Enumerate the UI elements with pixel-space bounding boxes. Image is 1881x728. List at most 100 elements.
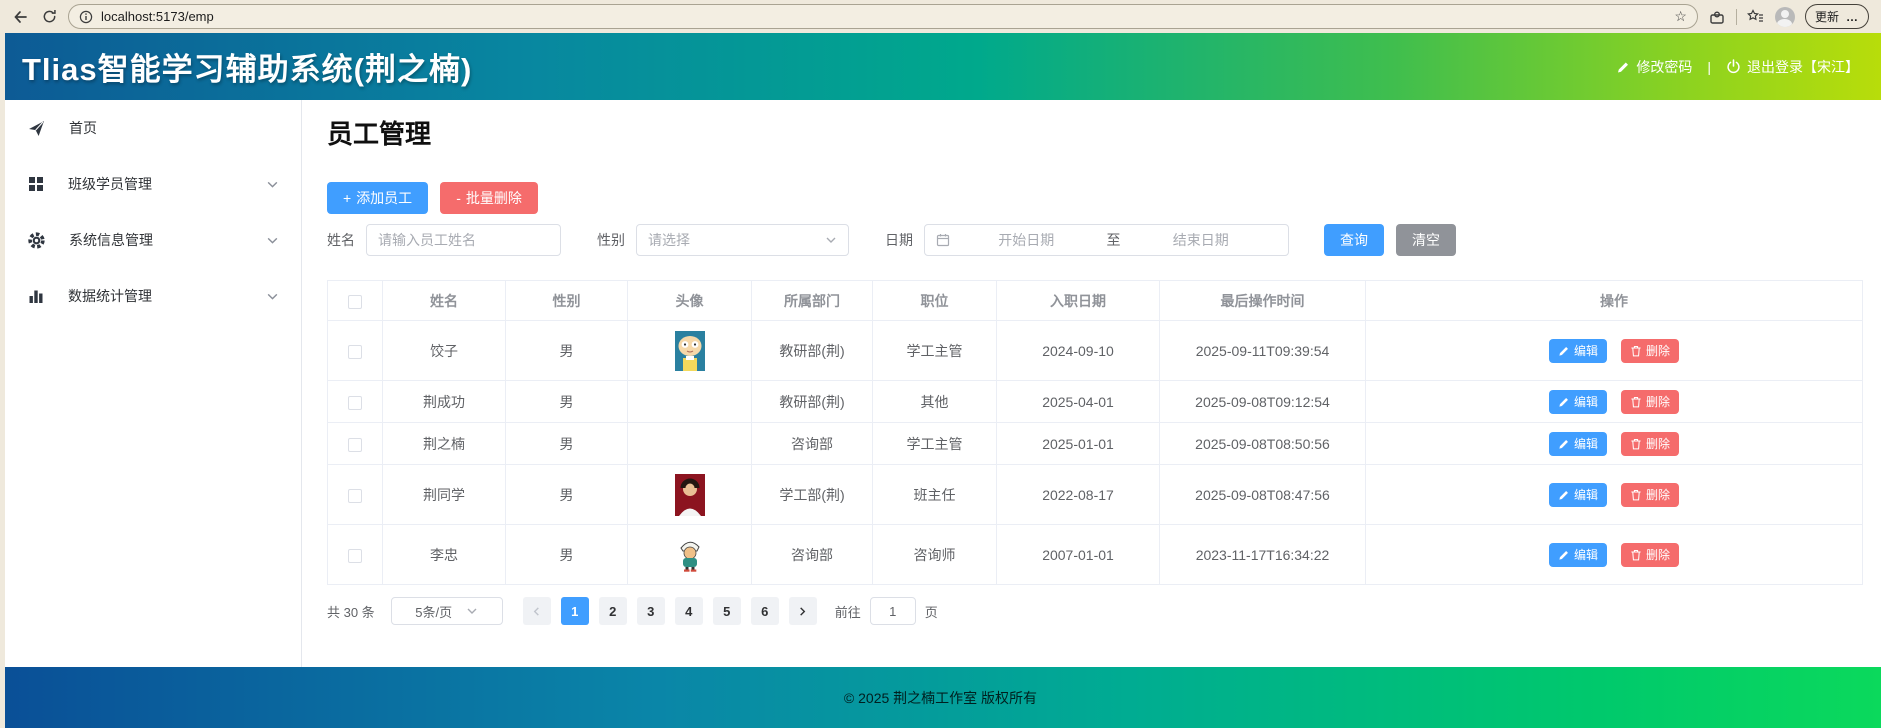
chevron-down-icon bbox=[825, 234, 837, 246]
avatar-image bbox=[675, 474, 705, 516]
avatar-cell bbox=[628, 525, 752, 585]
site-info-icon[interactable] bbox=[79, 10, 93, 24]
row-hire-date: 2025-04-01 bbox=[997, 381, 1160, 423]
sidebar-item-label: 系统信息管理 bbox=[69, 230, 153, 250]
delete-button[interactable]: 删除 bbox=[1621, 390, 1679, 414]
delete-button[interactable]: 删除 bbox=[1621, 432, 1679, 456]
table-row: 饺子男教研部(荆)学工主管2024-09-102025-09-11T09:39:… bbox=[328, 321, 1863, 381]
page-button-5[interactable]: 5 bbox=[713, 597, 741, 625]
next-page-button[interactable] bbox=[789, 597, 817, 625]
edit-button[interactable]: 编辑 bbox=[1549, 390, 1607, 414]
employee-table: 姓名性别头像所属部门职位入职日期最后操作时间操作 饺子男教研部(荆)学工主管20… bbox=[327, 280, 1863, 585]
avatar-cell bbox=[628, 423, 752, 465]
delete-button[interactable]: 删除 bbox=[1621, 543, 1679, 567]
sidebar: 首页班级学员管理系统信息管理数据统计管理 bbox=[0, 100, 302, 667]
app-header: Tlias智能学习辅助系统(荆之楠) 修改密码 | 退出登录【宋江】 bbox=[0, 33, 1881, 100]
row-checkbox[interactable] bbox=[348, 438, 362, 452]
date-range-picker[interactable]: 开始日期 至 结束日期 bbox=[924, 224, 1289, 256]
page-title: 员工管理 bbox=[327, 114, 1863, 154]
edit-button[interactable]: 编辑 bbox=[1549, 339, 1607, 363]
edit-button[interactable]: 编辑 bbox=[1549, 543, 1607, 567]
refresh-icon[interactable] bbox=[40, 8, 58, 26]
batch-delete-button[interactable]: - 批量删除 bbox=[440, 182, 538, 214]
date-separator: 至 bbox=[1103, 230, 1125, 250]
row-checkbox[interactable] bbox=[348, 549, 362, 563]
page-button-4[interactable]: 4 bbox=[675, 597, 703, 625]
table-row: 李忠男咨询部咨询师2007-01-012023-11-17T16:34:22编辑… bbox=[328, 525, 1863, 585]
clear-button[interactable]: 清空 bbox=[1396, 224, 1456, 256]
chevron-down-icon bbox=[466, 605, 478, 617]
prev-page-button bbox=[523, 597, 551, 625]
end-date-placeholder[interactable]: 结束日期 bbox=[1125, 230, 1278, 250]
back-icon[interactable] bbox=[12, 8, 30, 26]
page-button-1[interactable]: 1 bbox=[561, 597, 589, 625]
url-text: localhost:5173/emp bbox=[101, 9, 214, 24]
page-button-2[interactable]: 2 bbox=[599, 597, 627, 625]
row-last-op: 2025-09-08T09:12:54 bbox=[1160, 381, 1366, 423]
app-title: Tlias智能学习辅助系统(荆之楠) bbox=[22, 44, 472, 89]
filter-bar: 姓名 性别 请选择 日期 开始日期 至 结束日期 bbox=[327, 224, 1863, 256]
minus-icon: - bbox=[456, 190, 461, 206]
sidebar-item-1[interactable]: 班级学员管理 bbox=[0, 156, 301, 212]
bookmark-star-icon[interactable]: ☆ bbox=[1674, 8, 1687, 25]
search-button[interactable]: 查询 bbox=[1324, 224, 1384, 256]
page-button-6[interactable]: 6 bbox=[751, 597, 779, 625]
row-hire-date: 2024-09-10 bbox=[997, 321, 1160, 381]
sidebar-item-3[interactable]: 数据统计管理 bbox=[0, 268, 301, 324]
row-checkbox[interactable] bbox=[348, 489, 362, 503]
row-checkbox[interactable] bbox=[348, 396, 362, 410]
row-position: 其他 bbox=[873, 381, 997, 423]
bar-chart-icon bbox=[28, 288, 56, 304]
row-actions: 编辑删除 bbox=[1366, 465, 1863, 525]
add-employee-button[interactable]: + 添加员工 bbox=[327, 182, 428, 214]
address-bar[interactable]: localhost:5173/emp ☆ bbox=[68, 4, 1698, 29]
gender-filter-label: 性别 bbox=[597, 230, 625, 250]
row-dept: 咨询部 bbox=[752, 423, 873, 465]
column-header: 头像 bbox=[628, 281, 752, 321]
logout-link[interactable]: 退出登录【宋江】 bbox=[1726, 57, 1859, 77]
pager: 123456 bbox=[523, 597, 817, 625]
page-unit-label: 页 bbox=[925, 602, 938, 621]
column-header: 操作 bbox=[1366, 281, 1863, 321]
row-checkbox[interactable] bbox=[348, 345, 362, 359]
delete-button[interactable]: 删除 bbox=[1621, 339, 1679, 363]
chevron-down-icon bbox=[266, 290, 279, 303]
goto-label: 前往 bbox=[835, 602, 861, 621]
toolbar-divider bbox=[1736, 9, 1737, 25]
start-date-placeholder[interactable]: 开始日期 bbox=[950, 230, 1103, 250]
goto-page-input[interactable] bbox=[870, 597, 916, 625]
toolbar: + 添加员工 - 批量删除 bbox=[327, 182, 1863, 214]
app-window: localhost:5173/emp ☆ 更新 … Tlias智能学习辅助系统(… bbox=[0, 0, 1881, 728]
extensions-icon[interactable] bbox=[1708, 8, 1726, 26]
page-button-3[interactable]: 3 bbox=[637, 597, 665, 625]
power-icon bbox=[1726, 59, 1741, 74]
grid-icon bbox=[28, 176, 56, 192]
delete-button[interactable]: 删除 bbox=[1621, 483, 1679, 507]
main-content: 员工管理 + 添加员工 - 批量删除 姓名 性别 请选择 bbox=[302, 100, 1881, 667]
browser-update-button[interactable]: 更新 … bbox=[1805, 4, 1869, 29]
footer: © 2025 荆之楠工作室 版权所有 bbox=[0, 667, 1881, 728]
edit-button[interactable]: 编辑 bbox=[1549, 432, 1607, 456]
page-size-select[interactable]: 5条/页 bbox=[391, 597, 503, 625]
row-actions: 编辑删除 bbox=[1366, 423, 1863, 465]
row-position: 班主任 bbox=[873, 465, 997, 525]
sidebar-item-0[interactable]: 首页 bbox=[0, 100, 301, 156]
row-position: 咨询师 bbox=[873, 525, 997, 585]
table-row: 荆之楠男咨询部学工主管2025-01-012025-09-08T08:50:56… bbox=[328, 423, 1863, 465]
column-header: 职位 bbox=[873, 281, 997, 321]
avatar-cell bbox=[628, 381, 752, 423]
table-header-row: 姓名性别头像所属部门职位入职日期最后操作时间操作 bbox=[328, 281, 1863, 321]
browser-profile-avatar[interactable] bbox=[1775, 7, 1795, 27]
sidebar-item-2[interactable]: 系统信息管理 bbox=[0, 212, 301, 268]
change-password-link[interactable]: 修改密码 bbox=[1616, 57, 1692, 77]
select-all-checkbox[interactable] bbox=[348, 295, 362, 309]
gender-filter-select[interactable]: 请选择 bbox=[636, 224, 849, 256]
more-menu-icon[interactable]: … bbox=[1846, 10, 1859, 24]
edit-button[interactable]: 编辑 bbox=[1549, 483, 1607, 507]
browser-toolbar: localhost:5173/emp ☆ 更新 … bbox=[0, 0, 1881, 33]
row-last-op: 2025-09-08T08:50:56 bbox=[1160, 423, 1366, 465]
name-filter-input[interactable] bbox=[366, 224, 561, 256]
paper-plane-icon bbox=[28, 120, 57, 137]
row-dept: 学工部(荆) bbox=[752, 465, 873, 525]
favorites-hub-icon[interactable] bbox=[1747, 8, 1765, 26]
